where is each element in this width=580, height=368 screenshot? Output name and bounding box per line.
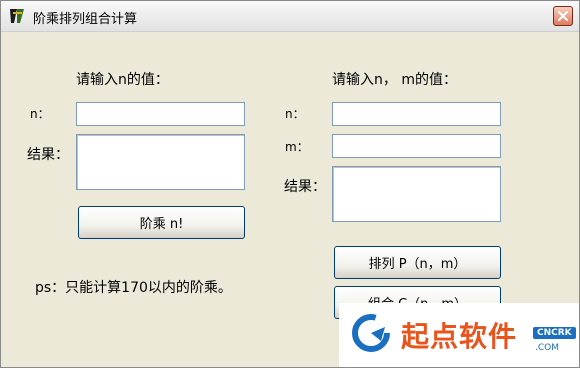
factorial-result-label: 结果： — [27, 147, 69, 163]
factorial-n-input[interactable] — [76, 102, 245, 126]
watermark-logo-icon — [352, 314, 390, 352]
factorial-button[interactable]: 阶乘 n! — [78, 206, 245, 239]
main-window: 阶乘排列组合计算 请输入n的值： n： 结果： 阶乘 n! 请输入n， m的值：… — [0, 0, 580, 368]
perm-heading: 请输入n， m的值： — [332, 72, 457, 88]
note-text: ps：只能计算170以内的阶乘。 — [35, 280, 232, 296]
close-icon — [558, 11, 568, 21]
factorial-result-field[interactable] — [76, 134, 245, 190]
watermark: 起点软件 CNCRK .COM — [339, 303, 579, 367]
watermark-domain: .COM — [535, 343, 559, 353]
perm-result-field[interactable] — [332, 166, 501, 222]
perm-result-label: 结果： — [284, 179, 326, 195]
perm-n-label: n： — [285, 107, 305, 121]
perm-n-input[interactable] — [332, 102, 501, 126]
window-title: 阶乘排列组合计算 — [33, 12, 138, 27]
watermark-logo-text: 起点软件 — [401, 320, 518, 353]
watermark-badge: CNCRK — [533, 327, 576, 339]
close-button[interactable] — [553, 6, 573, 26]
perm-m-label: m： — [285, 140, 309, 154]
perm-m-input[interactable] — [332, 134, 501, 158]
permutation-button[interactable]: 排列 P（n，m） — [334, 246, 501, 279]
app-icon — [8, 7, 26, 25]
factorial-heading: 请输入n的值： — [76, 72, 169, 88]
factorial-n-label: n： — [30, 107, 50, 121]
title-bar[interactable]: 阶乘排列组合计算 — [1, 1, 579, 32]
